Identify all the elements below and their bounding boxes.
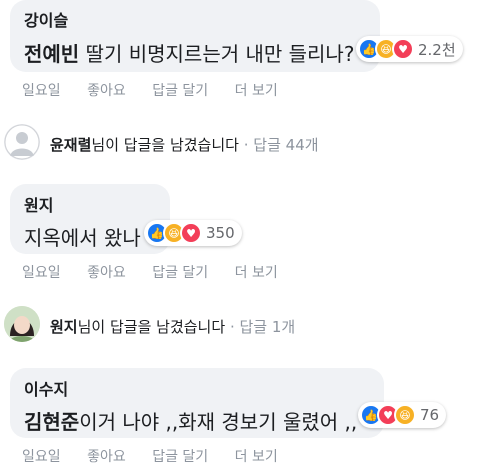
comment-text: 지옥에서 왔나 xyxy=(24,226,141,250)
like-button[interactable]: 좋아요 xyxy=(87,265,126,281)
reply-count[interactable]: 답글 1개 xyxy=(240,318,296,336)
reply-author[interactable]: 원지 xyxy=(50,318,78,336)
reply-button[interactable]: 답글 달기 xyxy=(152,83,208,99)
more-button[interactable]: 더 보기 xyxy=(235,83,278,99)
comment-author[interactable]: 이수지 xyxy=(24,376,68,400)
comment-author[interactable]: 강이슬 xyxy=(24,7,68,31)
reaction-summary[interactable]: 👍 ♥ 😆 76 xyxy=(358,402,447,428)
reply-summary-text: 윤재렬님이 답글을 남겼습니다 · 답글 44개 xyxy=(50,136,319,154)
love-icon: ♥ xyxy=(392,38,414,60)
reply-summary-text: 원지님이 답글을 남겼습니다 · 답글 1개 xyxy=(50,318,296,336)
more-button[interactable]: 더 보기 xyxy=(235,449,278,465)
reply-summary[interactable]: 윤재렬님이 답글을 남겼습니다 · 답글 44개 xyxy=(0,124,500,164)
reply-count[interactable]: 답글 44개 xyxy=(253,136,318,154)
reaction-count: 76 xyxy=(420,406,440,424)
comment-actions: 일요일 좋아요 답글 달기 더 보기 xyxy=(22,262,300,282)
comment-text: 김현준이거 나야 ,,화재 경보기 울렸어 ,, xyxy=(24,406,357,435)
comment-body: 딸기 비명지르는거 내만 들리나? xyxy=(79,42,355,66)
mention-link[interactable]: 전예빈 xyxy=(24,42,79,66)
more-button[interactable]: 더 보기 xyxy=(235,265,278,281)
reaction-count: 350 xyxy=(206,224,235,242)
reply-button[interactable]: 답글 달기 xyxy=(152,265,208,281)
haha-icon: 😆 xyxy=(394,404,416,426)
timestamp[interactable]: 일요일 xyxy=(22,265,61,281)
avatar xyxy=(4,306,40,342)
default-avatar-icon xyxy=(4,124,40,160)
love-icon: ♥ xyxy=(180,222,202,244)
timestamp[interactable]: 일요일 xyxy=(22,449,61,465)
reply-author[interactable]: 윤재렬 xyxy=(50,136,91,154)
reaction-summary[interactable]: 👍 😆 ♥ 350 xyxy=(144,220,242,246)
comment-text: 전예빈 딸기 비명지르는거 내만 들리나? xyxy=(24,38,354,67)
reaction-count: 2.2천 xyxy=(418,40,456,59)
timestamp[interactable]: 일요일 xyxy=(22,83,61,99)
like-button[interactable]: 좋아요 xyxy=(87,449,126,465)
mention-link[interactable]: 김현준 xyxy=(24,410,79,434)
reaction-summary[interactable]: 👍 😆 ♥ 2.2천 xyxy=(356,36,463,62)
comment-actions: 일요일 좋아요 답글 달기 더 보기 xyxy=(22,80,300,100)
like-button[interactable]: 좋아요 xyxy=(87,83,126,99)
reply-summary[interactable]: 원지님이 답글을 남겼습니다 · 답글 1개 xyxy=(0,306,500,346)
comment-actions: 일요일 좋아요 답글 달기 더 보기 xyxy=(22,446,300,466)
reply-button[interactable]: 답글 달기 xyxy=(152,449,208,465)
comment-body: 이거 나야 ,,화재 경보기 울렸어 ,, xyxy=(79,410,358,434)
comment-author[interactable]: 원지 xyxy=(24,192,53,216)
